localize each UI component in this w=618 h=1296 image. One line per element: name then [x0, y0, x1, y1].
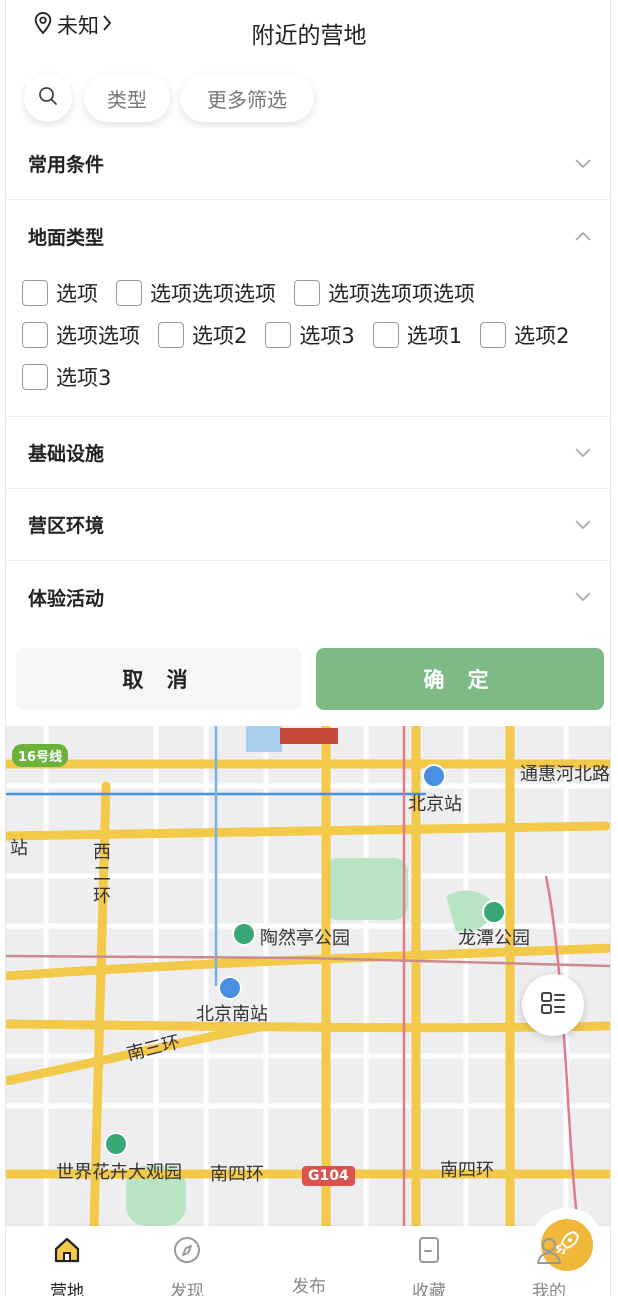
- confirm-button[interactable]: 确 定: [316, 648, 604, 710]
- section-ground-expanded: 地面类型 选项 选项选项选项 选项选项项选项 选项选项 选项2 选项3 选项1 …: [6, 200, 610, 417]
- ground-option[interactable]: 选项1: [372, 314, 463, 356]
- action-buttons: 取 消 确 定: [6, 646, 610, 726]
- checkbox[interactable]: [158, 322, 184, 348]
- checkbox[interactable]: [265, 322, 292, 348]
- chevron-up-icon: [574, 230, 592, 242]
- search-button[interactable]: [24, 74, 72, 122]
- option-label: 选项2: [192, 324, 248, 348]
- ground-option[interactable]: 选项选项选项: [116, 272, 276, 314]
- ground-options: 选项 选项选项选项 选项选项项选项 选项选项 选项2 选项3 选项1 选项2 选…: [6, 272, 610, 398]
- cancel-button[interactable]: 取 消: [16, 648, 302, 710]
- map-label: 北京南站: [196, 1004, 268, 1025]
- section-label: 体验活动: [28, 587, 105, 610]
- tab-publish[interactable]: 发布: [264, 1208, 604, 1296]
- option-label: 选项1: [406, 324, 463, 348]
- option-label: 选项选项项选项: [328, 282, 475, 306]
- chevron-down-icon: [574, 591, 592, 603]
- map-view[interactable]: 16号线 站 北京站 通惠河北路 西二环 陶然亭公园 龙潭公园 北京南站 南三环…: [6, 726, 610, 1226]
- option-label: 选项选项选项: [150, 282, 276, 306]
- option-label: 选项选项: [56, 324, 140, 348]
- tab-camp[interactable]: 营地: [22, 1234, 112, 1296]
- list-view-button[interactable]: [522, 974, 584, 1036]
- section-ground[interactable]: 地面类型: [6, 200, 610, 272]
- option-label: 选项: [56, 282, 98, 306]
- map-label: 南四环: [210, 1164, 264, 1185]
- tab-label: 收藏: [412, 1282, 446, 1296]
- park-icon: [482, 900, 506, 924]
- filter-panel: 常用条件 地面类型 选项 选项选项选项 选项选项项选项 选项选项 选项2 选项3…: [6, 128, 610, 633]
- metro-line-badge: 16号线: [12, 744, 69, 767]
- section-facilities[interactable]: 基础设施: [6, 417, 610, 489]
- highway-badge: G104: [302, 1166, 355, 1186]
- ground-option[interactable]: 选项3: [22, 356, 111, 398]
- bookmark-icon: [413, 1234, 445, 1271]
- checkbox[interactable]: [480, 322, 507, 348]
- checkbox[interactable]: [294, 280, 320, 306]
- ground-option[interactable]: 选项2: [158, 314, 247, 356]
- tab-favorites[interactable]: 收藏: [384, 1234, 474, 1296]
- option-label: 选项3: [56, 366, 112, 390]
- chevron-down-icon: [574, 158, 592, 170]
- checkbox[interactable]: [22, 280, 48, 306]
- section-label: 常用条件: [28, 154, 105, 176]
- tab-label: 营地: [50, 1282, 84, 1296]
- map-label: 世界花卉大观园: [56, 1162, 182, 1183]
- user-icon: [533, 1234, 565, 1271]
- ground-option[interactable]: 选项2: [480, 314, 570, 356]
- map-label: 南四环: [440, 1160, 494, 1181]
- ground-option[interactable]: 选项3: [265, 314, 355, 356]
- option-label: 选项3: [299, 324, 355, 348]
- bottom-tab-bar: 营地 发现 发布 收藏 我的: [6, 1208, 610, 1296]
- app-frame: 未知 附近的营地 类型 更多筛选 常用条件 地面类型 选项 选项选项选项 选项选…: [5, 0, 611, 1296]
- compass-icon: [171, 1234, 203, 1271]
- map-label: 龙潭公园: [458, 928, 530, 949]
- section-label: 营区环境: [28, 515, 105, 537]
- type-filter-chip[interactable]: 类型: [84, 74, 170, 122]
- top-header: 未知 附近的营地: [6, 0, 610, 64]
- chevron-down-icon: [574, 519, 592, 531]
- home-icon: [51, 1234, 83, 1271]
- tab-mine[interactable]: 我的: [504, 1234, 594, 1296]
- map-label: 陶然亭公园: [260, 928, 350, 949]
- tab-label: 我的: [532, 1282, 566, 1296]
- metro-station-icon: [422, 764, 446, 788]
- option-label: 选项2: [514, 324, 570, 348]
- map-label: 北京站: [408, 794, 462, 815]
- metro-station-icon: [218, 976, 242, 1000]
- checkbox[interactable]: [22, 364, 48, 390]
- park-icon: [104, 1132, 128, 1156]
- more-filters-chip[interactable]: 更多筛选: [180, 74, 314, 122]
- map-label: 站: [10, 838, 28, 859]
- tab-label: 发布: [292, 1277, 326, 1296]
- section-label: 基础设施: [28, 443, 105, 465]
- ground-option[interactable]: 选项选项: [22, 314, 140, 356]
- map-label: 西二环: [93, 842, 111, 907]
- park-icon: [232, 922, 256, 946]
- checkbox[interactable]: [372, 322, 399, 348]
- section-activities[interactable]: 体验活动: [6, 561, 610, 633]
- map-label: 通惠河北路: [520, 764, 610, 785]
- section-environment[interactable]: 营区环境: [6, 489, 610, 561]
- chevron-down-icon: [574, 447, 592, 459]
- section-common[interactable]: 常用条件: [6, 128, 610, 200]
- list-icon: [539, 989, 567, 1021]
- section-label: 地面类型: [28, 226, 105, 249]
- map-roads: [6, 726, 610, 1226]
- search-icon: [37, 85, 59, 112]
- tab-discover[interactable]: 发现: [142, 1234, 232, 1296]
- ground-option[interactable]: 选项: [22, 272, 98, 314]
- tab-label: 发现: [170, 1282, 204, 1296]
- ground-option[interactable]: 选项选项项选项: [294, 272, 475, 314]
- checkbox[interactable]: [116, 280, 142, 306]
- filter-bar: 类型 更多筛选: [6, 68, 610, 128]
- checkbox[interactable]: [22, 322, 48, 348]
- page-title: 附近的营地: [251, 23, 367, 49]
